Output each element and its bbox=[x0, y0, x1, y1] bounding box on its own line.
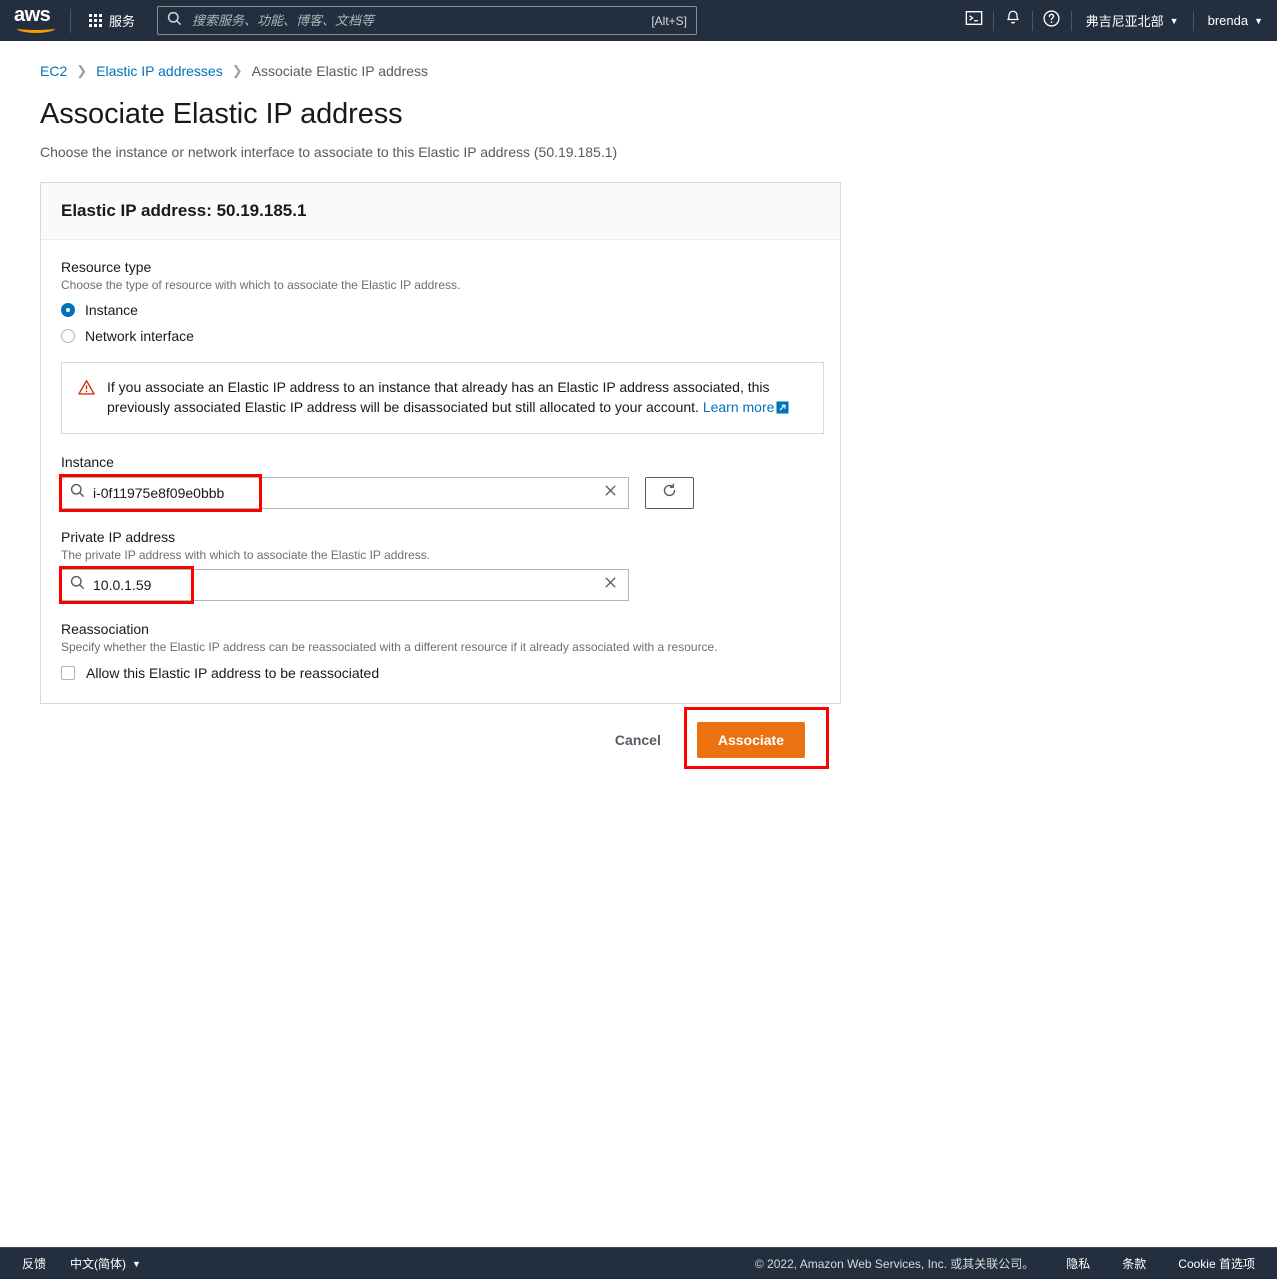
allow-reassociation-checkbox-row[interactable]: Allow this Elastic IP address to be reas… bbox=[61, 665, 820, 681]
chevron-down-icon: ▼ bbox=[132, 1258, 141, 1269]
search-shortcut-hint: [Alt+S] bbox=[651, 13, 688, 28]
allow-reassociation-checkbox[interactable] bbox=[61, 666, 75, 680]
terminal-icon bbox=[965, 9, 983, 32]
bell-icon bbox=[1004, 9, 1022, 32]
card-header-title: Elastic IP address: 50.19.185.1 bbox=[61, 201, 307, 220]
feedback-link[interactable]: 反馈 bbox=[22, 1255, 46, 1272]
reassociation-label: Reassociation bbox=[61, 621, 149, 637]
page-title: Associate Elastic IP address bbox=[40, 98, 403, 130]
global-search-bar[interactable]: [Alt+S] bbox=[157, 6, 698, 35]
refresh-icon bbox=[661, 482, 678, 504]
private-ip-input-row: 10.0.1.59 bbox=[59, 566, 820, 604]
aws-logo[interactable]: aws bbox=[14, 3, 60, 35]
language-selector[interactable]: 中文(简体) ▼ bbox=[70, 1255, 141, 1272]
radio-instance-label: Instance bbox=[85, 302, 138, 318]
warning-alert-text: If you associate an Elastic IP address t… bbox=[107, 377, 807, 419]
search-input[interactable] bbox=[190, 12, 652, 29]
help-button[interactable] bbox=[1033, 0, 1071, 41]
account-label: brenda bbox=[1207, 13, 1249, 28]
radio-option-instance[interactable]: Instance bbox=[61, 302, 820, 318]
warning-alert-message: If you associate an Elastic IP address t… bbox=[107, 379, 770, 415]
associate-eip-card: Elastic IP address: 50.19.185.1 Resource… bbox=[40, 182, 841, 704]
account-menu[interactable]: brenda ▼ bbox=[1194, 0, 1277, 41]
search-icon bbox=[167, 11, 182, 31]
language-label: 中文(简体) bbox=[70, 1257, 127, 1271]
nav-right-group: 弗吉尼亚北部 ▼ brenda ▼ bbox=[955, 0, 1277, 41]
form-actions: Cancel Associate bbox=[0, 707, 841, 769]
footer-left-group: 反馈 中文(简体) ▼ bbox=[22, 1255, 141, 1272]
footer-right-group: © 2022, Amazon Web Services, Inc. 或其关联公司… bbox=[755, 1255, 1255, 1272]
aws-logo-smile bbox=[17, 24, 55, 33]
radio-instance-icon[interactable] bbox=[61, 303, 75, 317]
terms-link[interactable]: 条款 bbox=[1122, 1255, 1146, 1272]
allow-reassociation-label: Allow this Elastic IP address to be reas… bbox=[86, 665, 380, 681]
main-content: EC2 ❯ Elastic IP addresses ❯ Associate E… bbox=[0, 41, 1277, 769]
chevron-down-icon: ▼ bbox=[1254, 15, 1263, 26]
radio-option-network-interface[interactable]: Network interface bbox=[61, 328, 820, 344]
learn-more-link[interactable]: Learn more bbox=[703, 399, 775, 415]
private-ip-select-input[interactable]: 10.0.1.59 bbox=[61, 569, 629, 601]
breadcrumb: EC2 ❯ Elastic IP addresses ❯ Associate E… bbox=[0, 41, 1277, 79]
clear-private-ip-icon[interactable] bbox=[603, 575, 620, 595]
warning-triangle-icon bbox=[78, 379, 95, 419]
associate-button[interactable]: Associate bbox=[696, 722, 805, 758]
privacy-link[interactable]: 隐私 bbox=[1066, 1255, 1090, 1272]
cookie-preferences-link[interactable]: Cookie 首选项 bbox=[1178, 1255, 1255, 1272]
services-menu-button[interactable]: 服务 bbox=[81, 6, 143, 35]
copyright-text: © 2022, Amazon Web Services, Inc. 或其关联公司… bbox=[754, 1257, 1035, 1271]
resource-type-label: Resource type bbox=[61, 259, 152, 275]
reassociation-description: Specify whether the Elastic IP address c… bbox=[61, 640, 718, 654]
instance-input-row: i-0f11975e8f09e0bbb bbox=[59, 474, 820, 512]
nav-divider bbox=[70, 8, 71, 33]
top-navigation-bar: aws 服务 [Alt+S] bbox=[0, 0, 1277, 41]
private-ip-value: 10.0.1.59 bbox=[93, 577, 152, 593]
page-footer: 反馈 中文(简体) ▼ © 2022, Amazon Web Services,… bbox=[0, 1247, 1277, 1279]
radio-network-interface-label: Network interface bbox=[85, 328, 194, 344]
instance-select-input[interactable]: i-0f11975e8f09e0bbb bbox=[61, 477, 629, 509]
card-header: Elastic IP address: 50.19.185.1 bbox=[41, 183, 840, 240]
radio-network-interface-icon[interactable] bbox=[61, 329, 75, 343]
breadcrumb-separator-icon: ❯ bbox=[231, 63, 243, 78]
warning-alert: If you associate an Elastic IP address t… bbox=[61, 362, 824, 434]
services-label: 服务 bbox=[109, 14, 136, 29]
external-link-icon bbox=[776, 399, 789, 419]
aws-logo-text: aws bbox=[14, 3, 51, 26]
instance-value: i-0f11975e8f09e0bbb bbox=[93, 485, 225, 501]
private-ip-description: The private IP address with which to ass… bbox=[61, 548, 431, 562]
instance-label: Instance bbox=[61, 454, 114, 470]
page-subtitle: Choose the instance or network interface… bbox=[40, 144, 618, 160]
grid-icon bbox=[89, 14, 102, 27]
search-icon bbox=[70, 483, 85, 503]
question-circle-icon bbox=[1042, 9, 1061, 33]
breadcrumb-item-elastic-ip-addresses[interactable]: Elastic IP addresses bbox=[96, 63, 223, 79]
region-selector[interactable]: 弗吉尼亚北部 ▼ bbox=[1072, 0, 1193, 41]
breadcrumb-separator-icon: ❯ bbox=[76, 63, 88, 78]
refresh-instances-button[interactable] bbox=[645, 477, 694, 509]
private-ip-label: Private IP address bbox=[61, 529, 176, 545]
region-label: 弗吉尼亚北部 bbox=[1085, 14, 1164, 29]
cloudshell-button[interactable] bbox=[955, 0, 993, 41]
cancel-button[interactable]: Cancel bbox=[601, 724, 675, 756]
clear-instance-icon[interactable] bbox=[603, 483, 620, 503]
breadcrumb-item-ec2[interactable]: EC2 bbox=[40, 63, 67, 79]
search-icon bbox=[70, 575, 85, 595]
chevron-down-icon: ▼ bbox=[1169, 15, 1179, 26]
notifications-button[interactable] bbox=[994, 0, 1032, 41]
breadcrumb-item-current: Associate Elastic IP address bbox=[251, 63, 429, 79]
card-body: Resource type Choose the type of resourc… bbox=[41, 240, 840, 703]
resource-type-description: Choose the type of resource with which t… bbox=[61, 278, 461, 292]
